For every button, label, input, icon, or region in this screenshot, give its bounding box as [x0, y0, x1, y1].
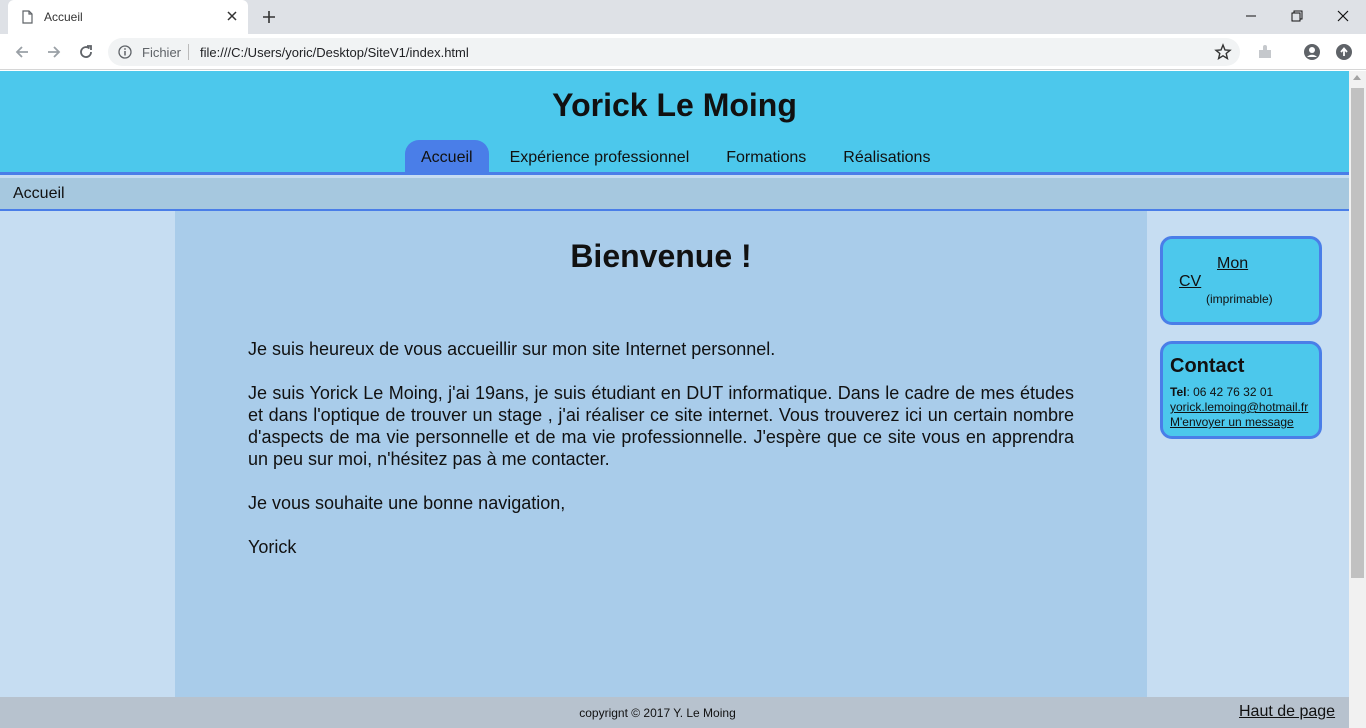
main-content: Bienvenue ! Je suis heureux de vous accu…: [175, 211, 1147, 697]
nav-formations[interactable]: Formations: [710, 140, 822, 175]
nav-experience[interactable]: Expérience professionnel: [494, 140, 706, 175]
info-icon[interactable]: [118, 45, 132, 59]
browser-tab[interactable]: Accueil: [8, 0, 248, 34]
nav-realisations[interactable]: Réalisations: [827, 140, 946, 175]
contact-box: Contact Tel: 06 42 76 32 01 yorick.lemoi…: [1160, 341, 1322, 439]
reload-button[interactable]: [76, 42, 96, 62]
close-window-button[interactable]: [1320, 0, 1366, 32]
nav-accueil[interactable]: Accueil: [405, 140, 489, 175]
update-button[interactable]: [1334, 42, 1354, 62]
send-message-link[interactable]: M'envoyer un message: [1170, 415, 1294, 429]
contact-phone: Tel: 06 42 76 32 01: [1170, 385, 1273, 399]
extension-button[interactable]: [1255, 42, 1275, 62]
arrow-left-icon: [15, 46, 28, 58]
minimize-icon: [1246, 15, 1256, 17]
account-icon: [1304, 44, 1320, 60]
address-separator: [188, 44, 189, 60]
site-header: Yorick Le Moing Accueil Expérience profe…: [0, 71, 1349, 175]
scrollbar-thumb[interactable]: [1351, 88, 1364, 578]
phone-number: : 06 42 76 32 01: [1186, 385, 1274, 399]
profile-button[interactable]: [1302, 42, 1322, 62]
copyright-text: copyrignt © 2017 Y. Le Moing: [579, 706, 736, 720]
site-footer: copyrignt © 2017 Y. Le Moing Haut de pag…: [0, 697, 1349, 728]
address-scheme: Fichier: [142, 45, 182, 60]
cv-box: Mon CV (imprimable): [1160, 236, 1322, 325]
cv-link-continued[interactable]: CV: [1179, 273, 1201, 291]
close-icon: [1337, 10, 1349, 22]
main-nav: Accueil Expérience professionnel Formati…: [405, 140, 951, 175]
restore-icon: [1291, 10, 1303, 22]
page-title: Bienvenue !: [570, 238, 752, 274]
scroll-up-arrow-icon[interactable]: [1353, 75, 1361, 80]
cv-link[interactable]: Mon: [1217, 255, 1248, 273]
bookmark-star-icon[interactable]: [1214, 43, 1232, 61]
document-icon: [22, 10, 33, 24]
arrow-right-icon: [48, 46, 61, 58]
back-button[interactable]: [12, 42, 32, 62]
browser-toolbar: Fichier file:///C:/Users/yoric/Desktop/S…: [0, 34, 1366, 70]
address-url[interactable]: file:///C:/Users/yoric/Desktop/SiteV1/in…: [200, 45, 469, 60]
page-viewport: Yorick Le Moing Accueil Expérience profe…: [0, 71, 1349, 728]
new-tab-icon[interactable]: [260, 8, 278, 26]
minimize-button[interactable]: [1228, 0, 1274, 32]
back-to-top-link[interactable]: Haut de page: [1239, 703, 1335, 721]
phone-label: Tel: [1170, 385, 1187, 399]
cv-note: (imprimable): [1206, 292, 1273, 306]
breadcrumb-bar: Accueil: [0, 178, 1349, 211]
paragraph-greeting: Je vous souhaite une bonne navigation,: [248, 493, 566, 513]
site-title: Yorick Le Moing: [552, 87, 797, 123]
close-tab-icon[interactable]: [224, 8, 240, 24]
tab-title: Accueil: [44, 10, 83, 24]
paragraph-signature: Yorick: [248, 537, 297, 557]
paragraph-about: Je suis Yorick Le Moing, j'ai 19ans, je …: [248, 383, 1074, 469]
extension-icon: [1259, 45, 1271, 58]
breadcrumb: Accueil: [13, 185, 65, 202]
browser-tabstrip: Accueil: [0, 0, 1366, 34]
welcome-text: Je suis heureux de vous accueillir sur m…: [248, 338, 1074, 580]
reload-icon: [80, 45, 92, 58]
address-bar[interactable]: Fichier file:///C:/Users/yoric/Desktop/S…: [108, 38, 1240, 66]
page-scrollbar[interactable]: [1349, 71, 1366, 728]
contact-email-link[interactable]: yorick.lemoing@hotmail.fr: [1170, 400, 1308, 414]
forward-button[interactable]: [44, 42, 64, 62]
contact-title: Contact: [1170, 355, 1245, 377]
restore-button[interactable]: [1274, 0, 1320, 32]
update-icon: [1336, 44, 1352, 60]
paragraph-intro: Je suis heureux de vous accueillir sur m…: [248, 339, 776, 359]
